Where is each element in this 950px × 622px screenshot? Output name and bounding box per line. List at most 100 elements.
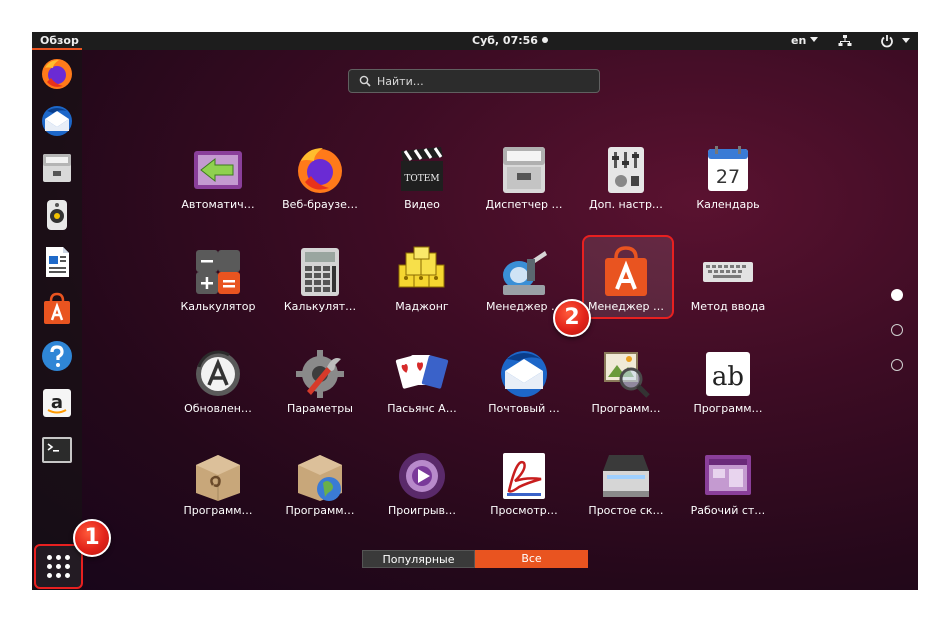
app-label: Почтовый … xyxy=(488,402,560,415)
page-indicator-3[interactable] xyxy=(891,359,903,371)
deb-package-icon xyxy=(191,449,245,503)
dock-item-writer[interactable] xyxy=(39,244,75,280)
language-label: en xyxy=(791,34,807,47)
package-globe-icon xyxy=(293,449,347,503)
calendar-day: 27 xyxy=(716,166,740,188)
app-simple-scan[interactable]: Простое ск… xyxy=(576,444,676,524)
system-menu-chevron-icon[interactable] xyxy=(902,38,910,43)
thunderbird-icon xyxy=(42,106,72,136)
app-calculator[interactable]: Калькулятор xyxy=(168,240,268,320)
app-web-browser[interactable]: Веб-браузе… xyxy=(270,138,370,218)
app-remote-desktop[interactable]: Рабочий ст… xyxy=(678,444,778,524)
search-input[interactable] xyxy=(377,73,587,89)
annotation-badge-1: 1 xyxy=(73,519,111,557)
dock-item-rhythmbox[interactable] xyxy=(39,197,75,233)
document-writer-icon xyxy=(46,247,69,277)
dock-item-files[interactable] xyxy=(39,150,75,186)
app-label: Проигрыв… xyxy=(387,504,457,517)
app-label: Калькулятор xyxy=(180,300,256,313)
desktop-icon xyxy=(701,449,755,503)
app-mail[interactable]: Почтовый … xyxy=(474,342,574,422)
app-mahjongg[interactable]: Маджонг xyxy=(372,240,472,320)
app-startup[interactable]: Автоматич… xyxy=(168,138,268,218)
frequent-apps-button[interactable]: Популярные xyxy=(362,550,475,568)
calculator-classic-icon xyxy=(293,245,347,299)
app-image-viewer[interactable]: Программ… xyxy=(576,342,676,422)
player-icon xyxy=(395,449,449,503)
app-software-manager[interactable]: Менеджер … xyxy=(576,240,676,320)
app-label: Простое ск… xyxy=(588,504,664,517)
app-label: Программ… xyxy=(285,504,355,517)
svg-text:a: a xyxy=(51,392,63,413)
annotation-badge-2: 2 xyxy=(553,299,591,337)
app-archive-manager[interactable]: Диспетчер … xyxy=(474,138,574,218)
all-apps-button[interactable]: Все xyxy=(475,550,588,568)
app-label: Просмотр… xyxy=(490,504,558,517)
app-label: Метод ввода xyxy=(690,300,766,313)
app-input-method[interactable]: Метод ввода xyxy=(678,240,778,320)
disk-manager-icon xyxy=(497,245,551,299)
page-indicator-1[interactable] xyxy=(891,289,903,301)
app-package-installer[interactable]: Программ… xyxy=(168,444,268,524)
keyboard-icon xyxy=(701,245,755,299)
update-icon xyxy=(191,347,245,401)
page-indicator-2[interactable] xyxy=(891,324,903,336)
language-switcher[interactable]: en xyxy=(791,34,819,47)
app-label: Программ… xyxy=(183,504,253,517)
power-icon[interactable] xyxy=(880,34,894,48)
activities-button[interactable]: Обзор xyxy=(40,34,79,47)
app-calendar[interactable]: 27 Календарь xyxy=(678,138,778,218)
app-label: Доп. настр… xyxy=(589,198,663,211)
app-label: Видео xyxy=(404,198,440,211)
help-icon xyxy=(42,341,72,371)
font-sample: ab xyxy=(712,362,744,392)
app-label: Калькулят… xyxy=(283,300,357,313)
dock-item-software[interactable] xyxy=(39,291,75,327)
app-label: Рабочий ст… xyxy=(690,504,766,517)
app-font-viewer[interactable]: ab Программ… xyxy=(678,342,778,422)
cards-icon xyxy=(395,347,449,401)
archive-icon xyxy=(497,143,551,197)
app-label: Диспетчер … xyxy=(485,198,563,211)
software-icon xyxy=(599,245,653,299)
network-icon[interactable] xyxy=(838,34,852,48)
calculator-icon xyxy=(191,245,245,299)
app-settings[interactable]: Параметры xyxy=(270,342,370,422)
app-calculator-classic[interactable]: Калькулят… xyxy=(270,240,370,320)
startup-icon xyxy=(191,143,245,197)
notification-dot-icon xyxy=(541,37,548,43)
font-viewer-icon: ab xyxy=(701,347,755,401)
app-software-sources[interactable]: Программ… xyxy=(270,444,370,524)
app-label: Обновлен… xyxy=(184,402,252,415)
search-icon xyxy=(359,75,371,87)
show-applications-button[interactable] xyxy=(34,544,83,589)
app-tweaks[interactable]: Доп. настр… xyxy=(576,138,676,218)
dock-item-firefox[interactable] xyxy=(39,56,75,92)
mail-icon xyxy=(497,347,551,401)
calendar-icon: 27 xyxy=(701,143,755,197)
svg-text:TOTEM: TOTEM xyxy=(404,174,439,184)
pdf-viewer-icon xyxy=(497,449,551,503)
app-label: Пасьянс А… xyxy=(387,402,457,415)
scanner-icon xyxy=(599,449,653,503)
app-video[interactable]: TOTEM Видео xyxy=(372,138,472,218)
speaker-icon xyxy=(47,200,67,230)
app-label: Маджонг xyxy=(395,300,449,313)
clock[interactable]: Суб, 07:56 xyxy=(472,34,548,47)
image-viewer-icon xyxy=(599,347,653,401)
app-label: Программ… xyxy=(693,402,763,415)
app-label: Календарь xyxy=(696,198,760,211)
dock-item-amazon[interactable]: a xyxy=(39,385,75,421)
app-label: Программ… xyxy=(591,402,661,415)
app-software-updater[interactable]: Обновлен… xyxy=(168,342,268,422)
search-box[interactable] xyxy=(348,69,600,93)
dock-item-help[interactable] xyxy=(39,338,75,374)
app-solitaire[interactable]: Пасьянс А… xyxy=(372,342,472,422)
app-document-viewer[interactable]: Просмотр… xyxy=(474,444,574,524)
clock-text: Суб, 07:56 xyxy=(472,34,538,47)
dock-item-thunderbird[interactable] xyxy=(39,103,75,139)
firefox-icon xyxy=(42,59,72,89)
dock-item-terminal[interactable] xyxy=(39,432,75,468)
firefox-icon xyxy=(293,143,347,197)
app-player[interactable]: Проигрыв… xyxy=(372,444,472,524)
